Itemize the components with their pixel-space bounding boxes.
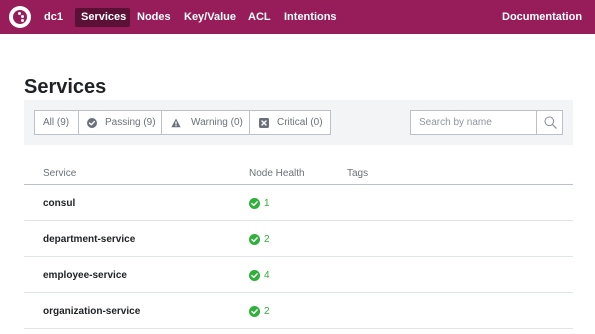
filter-critical-label: Critical (0)	[277, 117, 323, 128]
passing-check-icon	[249, 306, 260, 317]
warning-triangle-icon	[171, 118, 181, 128]
passing-check-icon	[249, 270, 260, 281]
nav-item-services[interactable]: Services	[81, 10, 126, 25]
health-count: 4	[264, 270, 270, 281]
search-icon	[544, 116, 557, 129]
consul-logo-icon[interactable]	[9, 6, 31, 28]
top-nav-bar: dc1 Services Nodes Key/Value ACL Intenti…	[0, 0, 595, 34]
filter-bar: All (9) Passing (9) Warning (0) Critical…	[24, 100, 573, 145]
table-row[interactable]: organization-service 2	[24, 293, 573, 329]
health-count: 1	[264, 198, 270, 209]
service-name[interactable]: employee-service	[43, 269, 127, 282]
filter-passing-label: Passing (9)	[105, 117, 156, 128]
nav-item-intentions[interactable]: Intentions	[284, 10, 337, 25]
column-header-service[interactable]: Service	[43, 167, 76, 180]
nav-item-key-value[interactable]: Key/Value	[184, 10, 236, 25]
table-row[interactable]: consul 1	[24, 185, 573, 221]
table-row[interactable]: employee-service 4	[24, 257, 573, 293]
passing-check-icon	[249, 198, 260, 209]
check-circle-icon	[87, 118, 97, 128]
service-name[interactable]: department-service	[43, 233, 135, 246]
service-name[interactable]: organization-service	[43, 305, 140, 318]
page-title: Services	[24, 76, 107, 98]
filter-all-button[interactable]: All (9)	[34, 110, 79, 135]
logo-dot	[17, 18, 20, 21]
filter-critical-button[interactable]: Critical (0)	[249, 110, 331, 135]
health-count: 2	[264, 234, 270, 245]
filter-warning-button[interactable]: Warning (0)	[161, 110, 250, 135]
datacenter-selector[interactable]: dc1	[44, 10, 63, 25]
filter-warning-label: Warning (0)	[191, 117, 243, 128]
search-button[interactable]	[536, 111, 562, 134]
filter-all-label: All (9)	[43, 117, 70, 128]
table-row[interactable]: department-service 2	[24, 221, 573, 257]
health-count: 2	[264, 306, 270, 317]
passing-check-icon	[249, 234, 260, 245]
service-name[interactable]: consul	[43, 197, 75, 210]
logo-dot	[21, 15, 24, 18]
column-header-tags[interactable]: Tags	[347, 167, 368, 180]
nav-item-nodes[interactable]: Nodes	[137, 10, 171, 25]
column-header-node-health[interactable]: Node Health	[249, 167, 305, 180]
logo-dot	[21, 19, 24, 22]
nav-item-documentation[interactable]: Documentation	[502, 10, 582, 25]
search-input[interactable]	[411, 111, 536, 134]
filter-passing-button[interactable]: Passing (9)	[78, 110, 162, 135]
critical-x-icon	[259, 118, 269, 128]
consul-logo-inner	[13, 10, 27, 24]
nav-item-acl[interactable]: ACL	[248, 10, 271, 25]
search-box	[410, 110, 563, 135]
